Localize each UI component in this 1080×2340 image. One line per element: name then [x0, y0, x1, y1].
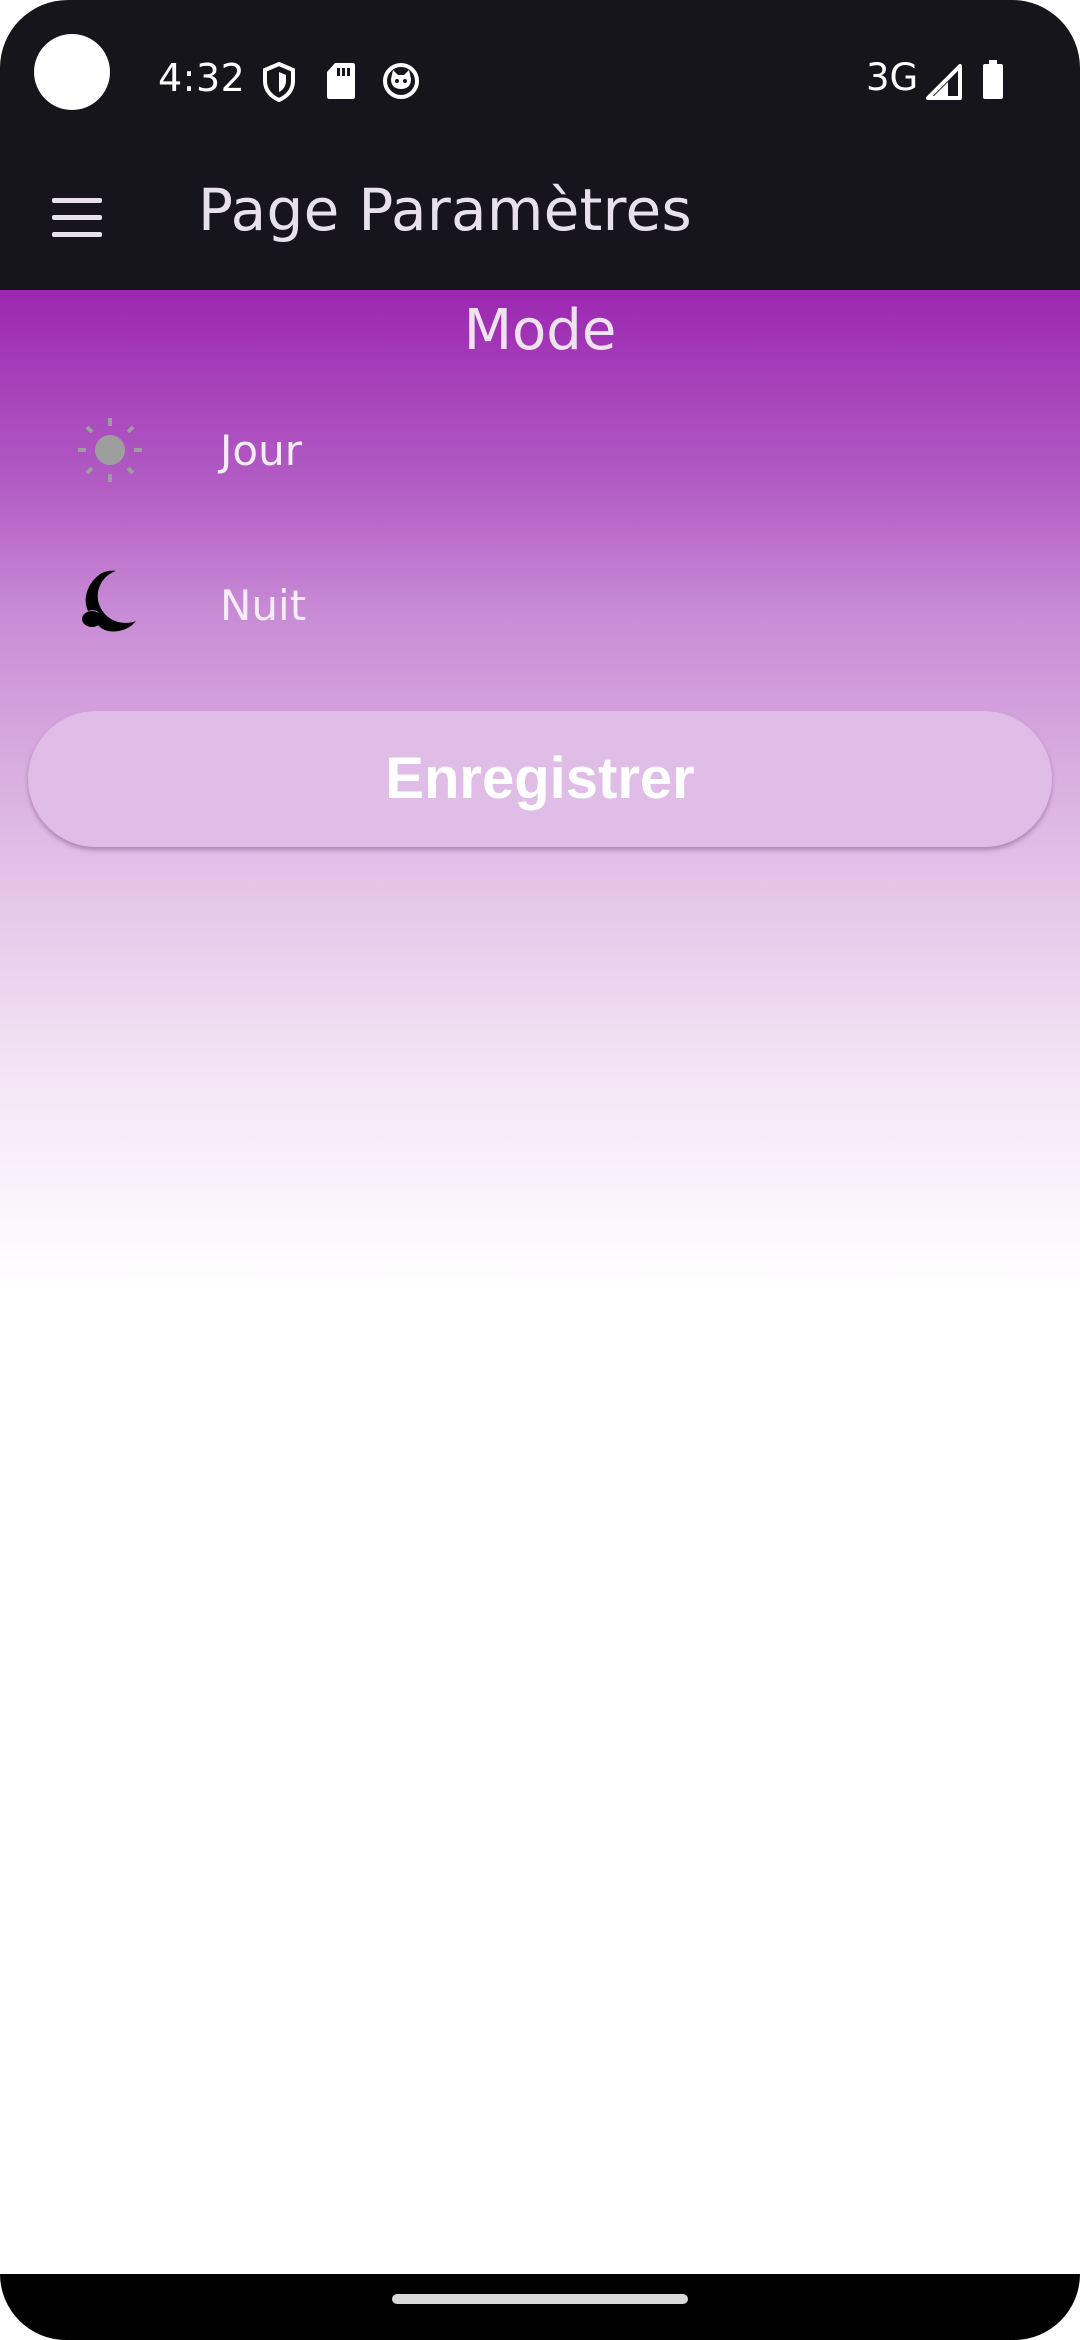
option-nuit[interactable]: Nuit — [0, 545, 1080, 665]
sun-icon — [76, 416, 144, 484]
cat-face-icon — [382, 62, 420, 104]
shield-icon — [262, 61, 296, 106]
hamburger-menu-icon[interactable] — [52, 198, 102, 238]
front-camera — [34, 34, 110, 110]
app-bar: Page Paramètres — [0, 168, 1080, 290]
option-nuit-label: Nuit — [220, 581, 307, 630]
battery-icon — [982, 60, 1004, 104]
page-title: Page Paramètres — [198, 176, 693, 244]
network-type: 3G — [866, 56, 919, 99]
status-time: 4:32 — [158, 56, 246, 100]
home-indicator[interactable] — [392, 2294, 688, 2304]
signal-icon — [926, 64, 962, 104]
option-jour-label: Jour — [220, 426, 302, 475]
save-button[interactable]: Enregistrer — [28, 711, 1052, 847]
mode-section-title: Mode — [463, 298, 617, 363]
settings-screen: 4:32 3G Page Paramètres Mode Jour Nuit E… — [0, 0, 1080, 2340]
option-jour[interactable]: Jour — [0, 390, 1080, 510]
sd-card-icon — [326, 62, 356, 104]
moon-icon — [76, 567, 144, 635]
navigation-bar — [0, 2274, 1080, 2340]
status-bar: 4:32 3G — [0, 0, 1080, 168]
